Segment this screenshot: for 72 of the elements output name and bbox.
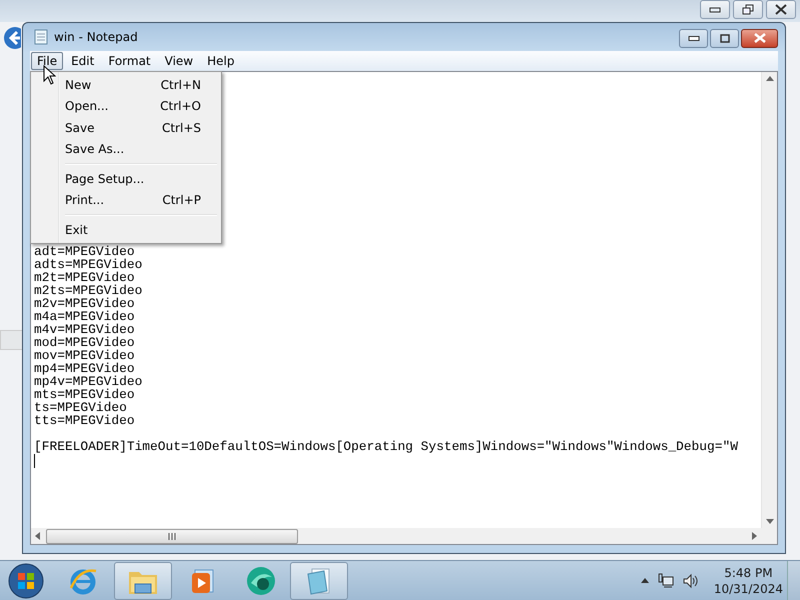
text-line: [FREELOADER]TimeOut=10DefaultOS=Windows[Operating Systems]Windows="Windows"Windows_Debug="W [34, 440, 738, 453]
window-title: win - Notepad [54, 30, 138, 44]
taskbar-button[interactable] [114, 562, 172, 600]
notepad-icon [34, 29, 48, 45]
close-icon [754, 33, 766, 43]
shortcut-label: Ctrl+P [162, 193, 201, 208]
close-button[interactable] [766, 0, 796, 19]
scroll-right-icon[interactable] [752, 532, 757, 540]
shortcut-label: Ctrl+O [160, 99, 201, 114]
clock[interactable]: 5:48 PM 10/31/2024 [714, 564, 783, 596]
minimize-icon [688, 36, 700, 40]
menu-item[interactable]: New Ctrl+N [33, 74, 219, 96]
text-line: mp4=MPEGVideo [34, 362, 135, 375]
text-line: ts=MPEGVideo [34, 401, 127, 414]
text-line: m4v=MPEGVideo [34, 323, 135, 336]
text-line: m2ts=MPEGVideo [34, 284, 142, 297]
text-line: mod=MPEGVideo [34, 336, 135, 349]
clock-time: 5:48 PM [724, 564, 773, 580]
menu-item[interactable]: Exit [33, 219, 219, 240]
scrollbar-thumb[interactable] [46, 528, 298, 544]
text-line: tts=MPEGVideo [34, 414, 135, 427]
scroll-down-icon[interactable] [766, 519, 774, 524]
menu-item[interactable]: Open... Ctrl+O [33, 96, 219, 117]
menu-item-label: Open... [65, 99, 108, 114]
scroll-left-icon[interactable] [35, 532, 40, 540]
menu-bar-item[interactable]: Edit [65, 52, 100, 70]
menu-item-label: Print... [65, 193, 104, 208]
maximize-button[interactable] [710, 28, 739, 48]
text-line: m2t=MPEGVideo [34, 271, 135, 284]
minimize-button[interactable] [679, 28, 708, 48]
menu-item-label: New [65, 78, 92, 92]
text-line: mp4v=MPEGVideo [34, 375, 142, 388]
text-line: mts=MPEGVideo [34, 388, 135, 401]
start-button[interactable] [8, 562, 44, 598]
menu-bar-item[interactable]: Help [201, 52, 240, 70]
menu-item[interactable]: Save Ctrl+S [33, 117, 219, 138]
text-line: adt=MPEGVideo [34, 245, 135, 258]
close-button[interactable] [741, 28, 778, 48]
taskbar-button[interactable] [290, 562, 348, 600]
text-line: adts=MPEGVideo [34, 258, 142, 271]
menu-item-label: Save [65, 120, 94, 135]
menu-bar-item[interactable]: View [158, 52, 200, 70]
text-line: m2v=MPEGVideo [34, 297, 135, 310]
restore-icon [742, 4, 754, 15]
grip-icon [168, 532, 176, 540]
shortcut-label: Ctrl+N [160, 78, 201, 92]
menu-bar-item[interactable]: File [31, 52, 64, 70]
maximize-icon [720, 34, 730, 42]
vertical-scrollbar[interactable] [761, 72, 777, 528]
menu-item[interactable]: Save As... [33, 138, 219, 160]
menu-item-label: Page Setup... [65, 172, 144, 186]
network-icon[interactable] [658, 572, 674, 588]
clock-date: 10/31/2024 [714, 580, 783, 596]
menu-item-label: Save As... [65, 142, 124, 156]
minimize-icon [709, 6, 721, 12]
minimize-button[interactable] [700, 0, 730, 19]
menu-item[interactable]: Print... Ctrl+P [33, 190, 219, 211]
restore-button[interactable] [733, 0, 763, 19]
text-line: m4a=MPEGVideo [34, 310, 135, 323]
globe-icon [245, 564, 277, 596]
text-line: mov=MPEGVideo [34, 349, 135, 362]
show-hidden-icons-icon[interactable] [640, 578, 649, 583]
scroll-up-icon[interactable] [766, 76, 774, 81]
menu-item-label: Exit [65, 222, 88, 237]
menu-bar-item[interactable]: Format [102, 52, 157, 70]
shortcut-label: Ctrl+S [162, 120, 201, 135]
menu-item[interactable]: Page Setup... [33, 168, 219, 190]
horizontal-scrollbar[interactable] [31, 528, 761, 544]
close-icon [775, 4, 787, 15]
speaker-icon[interactable] [682, 572, 699, 588]
mouse-pointer-icon [43, 65, 56, 85]
text-cursor [34, 454, 35, 468]
